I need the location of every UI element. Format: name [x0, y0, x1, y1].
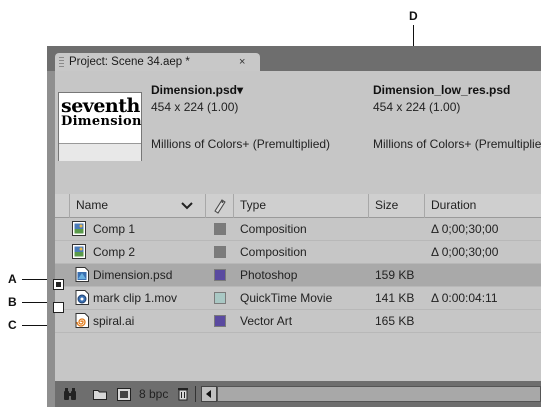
row-select-checkbox[interactable] — [53, 279, 64, 290]
header-type-label: Type — [240, 198, 267, 212]
table-row[interactable]: Comp 2 Composition Δ 0;00;30;00 — [55, 241, 541, 264]
footage-name-dropdown[interactable]: Dimension.psd▾ — [151, 83, 243, 100]
row-select-checkbox[interactable] — [53, 302, 64, 313]
row-label-swatch[interactable] — [214, 223, 226, 235]
footage-info-right: Dimension_low_res.psd 454 x 224 (1.00) — [373, 83, 510, 114]
composition-icon — [72, 244, 86, 259]
scroll-left-button[interactable] — [201, 386, 217, 402]
column-header: Name Type Size Duration — [55, 194, 541, 218]
new-composition-icon[interactable] — [117, 388, 131, 401]
horizontal-scrollbar[interactable] — [217, 386, 541, 402]
row-label-swatch[interactable] — [214, 292, 226, 304]
row-size: 165 KB — [375, 314, 415, 328]
footage-name-right: Dimension_low_res.psd — [373, 83, 511, 97]
header-spacer — [55, 194, 70, 218]
checkbox-fill — [56, 282, 61, 287]
tab-close-icon[interactable]: × — [239, 53, 245, 72]
photoshop-file-icon — [75, 267, 89, 282]
logo-line-1: seventh — [61, 95, 140, 117]
logo-line-2: Dimension — [61, 114, 142, 129]
row-type: QuickTime Movie — [240, 291, 333, 305]
project-tab-title: Project: Scene 34.aep * — [69, 56, 190, 68]
footage-thumbnail: seventh Dimension — [58, 92, 142, 161]
quicktime-file-icon — [75, 290, 89, 305]
label-column-icon — [214, 199, 226, 214]
row-type: Composition — [240, 222, 307, 236]
table-row[interactable]: mark clip 1.mov QuickTime Movie 141 KB Δ… — [55, 287, 541, 310]
header-label-column[interactable] — [206, 194, 234, 218]
callout-b-label: B — [8, 295, 17, 309]
name-sort-chevron-icon[interactable] — [181, 202, 193, 210]
footage-dropdown-arrow-icon[interactable]: ▾ — [237, 83, 243, 97]
project-content: seventh Dimension Dimension.psd▾ 454 x 2… — [55, 71, 541, 381]
header-name-label: Name — [76, 198, 109, 212]
footage-colors-right: Millions of Colors+ (Premultiplied) — [373, 137, 541, 151]
row-name: spiral.ai — [93, 314, 135, 328]
header-size[interactable]: Size — [369, 194, 425, 218]
header-duration-label: Duration — [431, 198, 477, 212]
new-folder-icon[interactable] — [93, 389, 107, 400]
row-size: 141 KB — [375, 291, 415, 305]
row-name: Comp 2 — [93, 245, 136, 259]
tab-grip-icon[interactable] — [59, 57, 64, 68]
table-row[interactable]: Comp 1 Composition Δ 0;00;30;00 — [55, 218, 541, 241]
project-status-bar: 8 bpc — [55, 381, 541, 407]
row-name: Dimension.psd — [93, 268, 173, 282]
table-row[interactable]: Dimension.psd Photoshop 159 KB — [55, 264, 541, 287]
callout-d-label: D — [409, 9, 418, 23]
row-size: 159 KB — [375, 268, 415, 282]
row-label-swatch[interactable] — [214, 246, 226, 258]
footage-dims-right: 454 x 224 (1.00) — [373, 100, 461, 114]
row-type: Photoshop — [240, 268, 298, 282]
row-label-swatch[interactable] — [214, 269, 226, 281]
header-name[interactable]: Name — [70, 194, 206, 218]
row-name: Comp 1 — [93, 222, 136, 236]
row-duration: Δ 0;00;30;00 — [431, 245, 499, 259]
row-type: Composition — [240, 245, 307, 259]
composition-icon — [72, 221, 86, 236]
row-type: Vector Art — [240, 314, 293, 328]
find-icon[interactable] — [63, 388, 77, 401]
callout-c-label: C — [8, 318, 17, 332]
project-panel: Project: Scene 34.aep * × seventh Dimens… — [47, 46, 541, 407]
trash-icon[interactable] — [177, 387, 189, 401]
header-duration[interactable]: Duration — [425, 194, 541, 218]
footage-colors-left: Millions of Colors+ (Premultiplied) — [151, 137, 331, 151]
footage-dims-left: 454 x 224 (1.00) — [151, 100, 239, 114]
bit-depth-button[interactable]: 8 bpc — [139, 381, 168, 407]
footage-name-left: Dimension.psd — [151, 83, 238, 97]
header-size-label: Size — [375, 198, 399, 212]
seventh-dimension-logo: seventh Dimension — [59, 93, 141, 143]
row-duration: Δ 0:00:04:11 — [431, 291, 498, 305]
thumbnail-strip — [59, 143, 141, 161]
callout-a-label: A — [8, 272, 17, 286]
table-row[interactable]: spiral.ai Vector Art 165 KB — [55, 310, 541, 333]
panel-tab-bar: Project: Scene 34.aep * × — [47, 46, 541, 71]
row-label-swatch[interactable] — [214, 315, 226, 327]
footage-info-left: Dimension.psd▾ 454 x 224 (1.00) — [151, 83, 243, 114]
status-divider — [195, 386, 196, 402]
project-tab[interactable]: Project: Scene 34.aep * × — [55, 53, 260, 71]
header-type[interactable]: Type — [234, 194, 369, 218]
illustrator-file-icon — [75, 313, 89, 328]
scroll-left-icon — [206, 390, 211, 398]
row-duration: Δ 0;00;30;00 — [431, 222, 499, 236]
row-name: mark clip 1.mov — [93, 291, 178, 305]
